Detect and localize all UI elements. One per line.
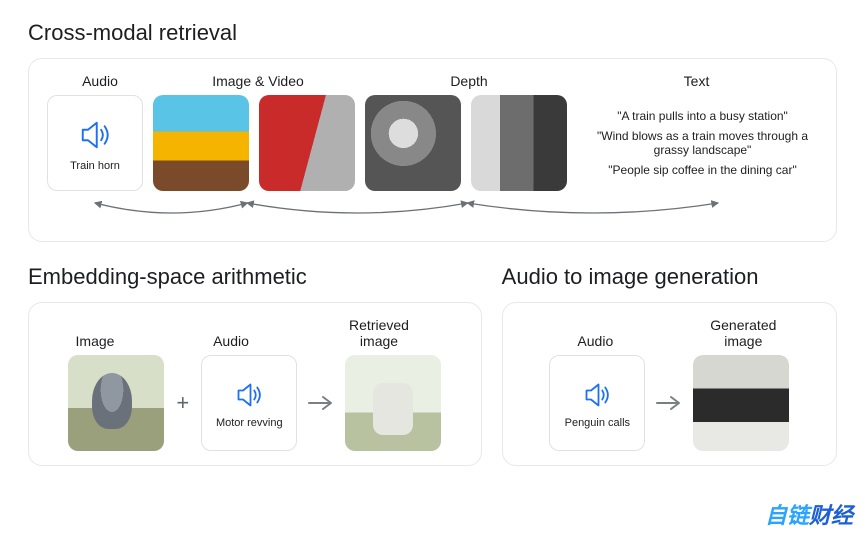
esa-headers: Image Audio Retrieved image bbox=[47, 317, 463, 355]
header-depth: Depth bbox=[363, 73, 575, 89]
header-audio: Audio bbox=[47, 73, 153, 89]
watermark: 自链财经 bbox=[765, 498, 853, 530]
section-title: Audio to image generation bbox=[502, 264, 837, 290]
embedding-arithmetic-section: Embedding-space arithmetic Image Audio R… bbox=[28, 264, 482, 466]
audio-card-penguin: Penguin calls bbox=[549, 355, 645, 451]
aig-headers: Audio Generated image bbox=[521, 317, 818, 355]
quote-1: "A train pulls into a busy station" bbox=[587, 109, 818, 123]
aig-body: Penguin calls bbox=[521, 355, 818, 451]
cmr-panel: Audio Image & Video Depth Text Train hor… bbox=[28, 58, 837, 242]
depth-map-1 bbox=[365, 95, 461, 191]
header-image-video: Image & Video bbox=[153, 73, 363, 89]
section-title: Cross-modal retrieval bbox=[28, 20, 837, 46]
plus-operator: + bbox=[174, 390, 191, 416]
esa-body: + Motor revving bbox=[47, 355, 463, 451]
header-audio: Audio bbox=[183, 333, 279, 349]
header-retrieved: Retrieved image bbox=[331, 317, 427, 349]
image-pigeon bbox=[68, 355, 164, 451]
watermark-part-2: 财经 bbox=[809, 503, 853, 528]
header-image: Image bbox=[47, 333, 143, 349]
image-yellow-train bbox=[153, 95, 249, 191]
cross-modal-retrieval-section: Cross-modal retrieval Audio Image & Vide… bbox=[28, 20, 837, 242]
depth-map-2 bbox=[471, 95, 567, 191]
audio-label: Penguin calls bbox=[565, 417, 630, 429]
speaker-icon bbox=[74, 114, 116, 156]
arrow-right-icon bbox=[307, 393, 335, 413]
watermark-part-1: 自链 bbox=[765, 503, 809, 528]
text-examples: "A train pulls into a busy station" "Win… bbox=[577, 109, 818, 177]
audio-label: Motor revving bbox=[216, 417, 283, 429]
header-audio: Audio bbox=[547, 333, 643, 349]
bottom-row: Embedding-space arithmetic Image Audio R… bbox=[28, 264, 837, 466]
retrieved-image-scooter bbox=[345, 355, 441, 451]
arrow-right-icon bbox=[655, 393, 683, 413]
audio-card-motor: Motor revving bbox=[201, 355, 297, 451]
bidirectional-arrows bbox=[47, 197, 818, 227]
cmr-body: Train horn "A train pulls into a busy st… bbox=[47, 95, 818, 191]
speaker-icon bbox=[231, 377, 267, 413]
quote-3: "People sip coffee in the dining car" bbox=[587, 163, 818, 177]
audio-card-train-horn: Train horn bbox=[47, 95, 143, 191]
section-title: Embedding-space arithmetic bbox=[28, 264, 482, 290]
quote-2: "Wind blows as a train moves through a g… bbox=[587, 129, 818, 157]
audio-to-image-section: Audio to image generation Audio Generate… bbox=[502, 264, 837, 466]
esa-panel: Image Audio Retrieved image + Motor revv… bbox=[28, 302, 482, 466]
generated-image-penguins bbox=[693, 355, 789, 451]
speaker-icon bbox=[579, 377, 615, 413]
aig-panel: Audio Generated image Penguin calls bbox=[502, 302, 837, 466]
audio-label: Train horn bbox=[70, 160, 120, 172]
header-generated: Generated image bbox=[695, 317, 791, 349]
cmr-headers: Audio Image & Video Depth Text bbox=[47, 73, 818, 89]
video-red-train bbox=[259, 95, 355, 191]
header-text: Text bbox=[575, 73, 818, 89]
